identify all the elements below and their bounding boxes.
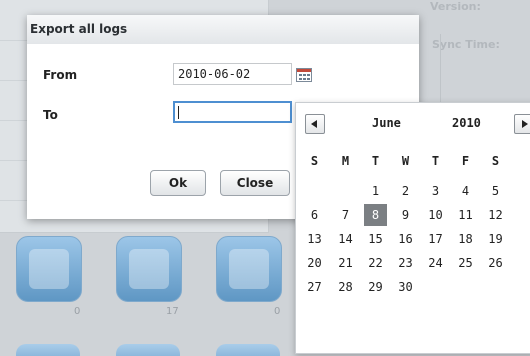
chevron-right-icon (522, 120, 528, 128)
day-cell[interactable]: 16 (394, 228, 417, 250)
from-date-input[interactable]: 2010-06-02 (173, 63, 292, 85)
to-label: To (43, 108, 58, 122)
day-cell[interactable]: 21 (334, 252, 357, 274)
month-label: June (372, 116, 401, 130)
day-cell[interactable]: 15 (364, 228, 387, 250)
day-cell[interactable]: 28 (334, 276, 357, 298)
day-cell[interactable]: 13 (303, 228, 326, 250)
partial-tile (116, 344, 180, 356)
day-cell[interactable]: 17 (424, 228, 447, 250)
day-cell[interactable]: 1 (364, 180, 387, 202)
day-cell[interactable]: 3 (424, 180, 447, 202)
day-cell[interactable]: 11 (454, 204, 477, 226)
day-cell[interactable]: 19 (484, 228, 507, 250)
day-cell[interactable]: 9 (394, 204, 417, 226)
day-cell[interactable]: 26 (484, 252, 507, 274)
day-cell[interactable]: 14 (334, 228, 357, 250)
version-label: Version: (430, 0, 481, 13)
sync-time-label: Sync Time: (432, 38, 500, 51)
day-cell[interactable]: 27 (303, 276, 326, 298)
day-cell[interactable]: 5 (484, 180, 507, 202)
weekday-header: T (431, 154, 440, 168)
day-cell-selected[interactable]: 8 (364, 204, 387, 226)
dialog-title: Export all logs (27, 15, 419, 44)
day-cell[interactable]: 7 (334, 204, 357, 226)
cursor-icon (229, 249, 269, 289)
divider (440, 34, 441, 104)
day-cell[interactable]: 23 (394, 252, 417, 274)
weekday-header: S (310, 154, 319, 168)
tile-count: 17 (166, 306, 179, 317)
click-tile[interactable] (216, 236, 282, 302)
day-cell[interactable]: 22 (364, 252, 387, 274)
partial-tile (216, 344, 280, 356)
user-tile[interactable] (16, 236, 82, 302)
partial-tile (16, 344, 80, 356)
weekday-header: S (491, 154, 500, 168)
day-cell[interactable]: 20 (303, 252, 326, 274)
day-cell[interactable]: 30 (394, 276, 417, 298)
next-month-button[interactable] (514, 114, 530, 134)
day-cell[interactable]: 6 (303, 204, 326, 226)
weekday-header: T (371, 154, 380, 168)
day-cell[interactable]: 12 (484, 204, 507, 226)
display-tile[interactable] (116, 236, 182, 302)
day-cell[interactable]: 18 (454, 228, 477, 250)
day-cell[interactable]: 25 (454, 252, 477, 274)
tile-count: 0 (274, 306, 281, 317)
weekday-header: F (461, 154, 470, 168)
day-cell[interactable]: 2 (394, 180, 417, 202)
to-date-input[interactable] (173, 101, 292, 123)
monitor-icon (129, 249, 169, 289)
tile-count: 0 (74, 306, 81, 317)
day-cell[interactable]: 24 (424, 252, 447, 274)
close-button[interactable]: Close (220, 170, 290, 196)
day-cell[interactable]: 10 (424, 204, 447, 226)
year-label: 2010 (452, 116, 481, 130)
ok-button[interactable]: Ok (150, 170, 206, 196)
weekday-header: W (401, 154, 410, 168)
user-icon (29, 249, 69, 289)
from-label: From (43, 68, 78, 82)
weekday-header: M (341, 154, 350, 168)
day-cell[interactable]: 4 (454, 180, 477, 202)
date-picker: June 2010 SMTWTFS 1 2 3 4 5 6 7 8 9 10 11 12 13 14 15 1… (295, 102, 530, 354)
calendar-icon[interactable] (296, 68, 312, 82)
chevron-left-icon (311, 120, 317, 128)
text-caret (178, 106, 179, 119)
day-cell[interactable]: 29 (364, 276, 387, 298)
prev-month-button[interactable] (305, 114, 325, 134)
